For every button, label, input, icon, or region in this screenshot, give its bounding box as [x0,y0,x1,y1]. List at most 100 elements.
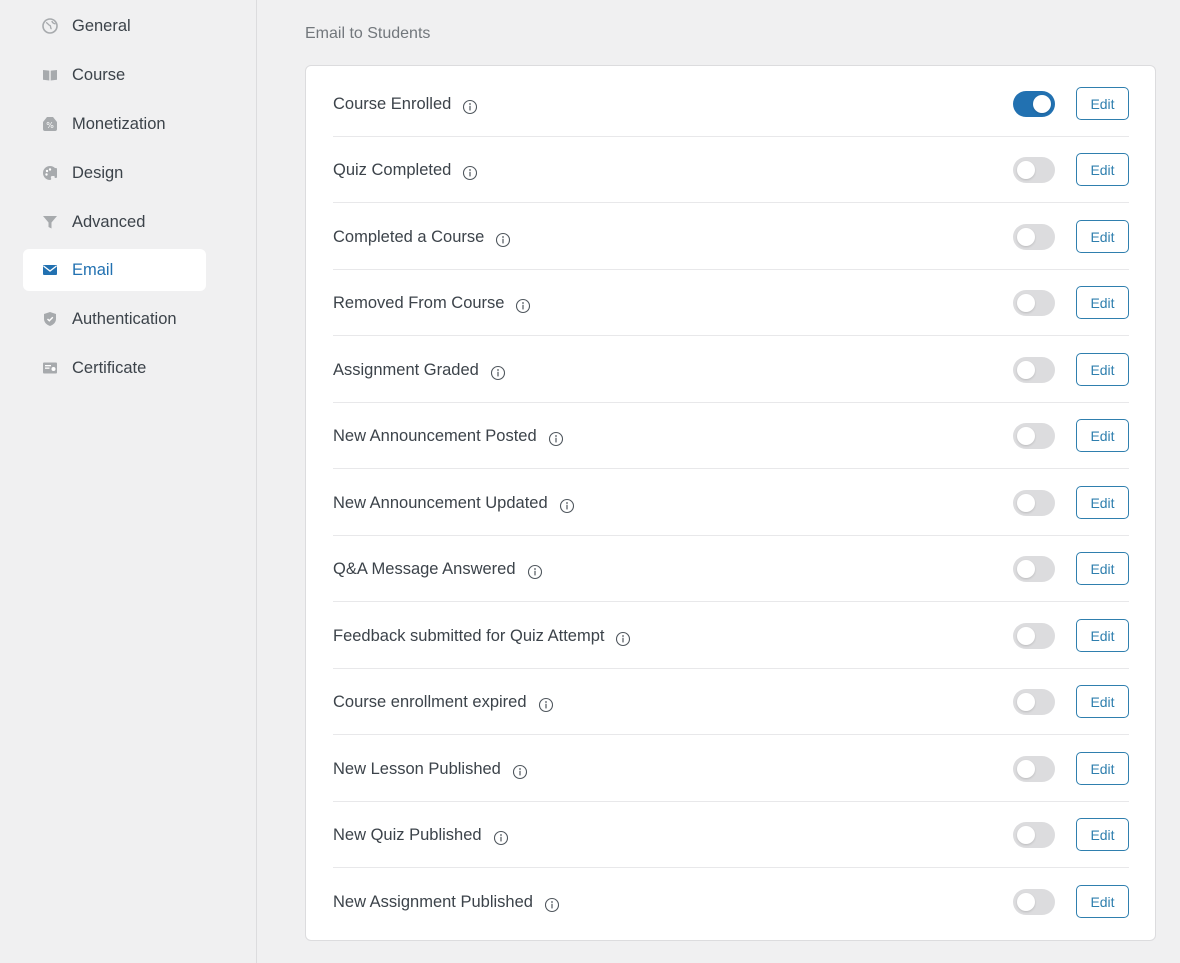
sidebar-item-advanced[interactable]: Advanced [23,201,206,243]
toggle-switch[interactable] [1013,423,1055,449]
edit-button[interactable]: Edit [1076,220,1129,253]
setting-label: Q&A Message Answered [333,560,516,578]
sidebar-item-course[interactable]: Course [23,54,206,96]
info-icon[interactable] [512,764,528,780]
sidebar-item-label: Advanced [72,212,146,231]
svg-text:%: % [46,121,54,130]
setting-label: New Announcement Posted [333,427,537,445]
info-icon[interactable] [493,830,509,846]
toggle-switch[interactable] [1013,623,1055,649]
shield-icon [42,311,62,327]
info-icon[interactable] [490,365,506,381]
email-setting-row: Removed From Course Edit [333,270,1129,336]
sidebar-item-general[interactable]: General [23,5,206,47]
info-icon[interactable] [538,697,554,713]
toggle-knob [1017,627,1035,645]
setting-label: Course Enrolled [333,95,452,113]
toggle-knob [1017,560,1035,578]
toggle-switch[interactable] [1013,756,1055,782]
setting-label: Completed a Course [333,228,485,246]
edit-button[interactable]: Edit [1076,153,1129,186]
edit-button[interactable]: Edit [1076,486,1129,519]
info-icon[interactable] [615,631,631,647]
email-setting-row: New Quiz Published Edit [333,802,1129,868]
email-setting-row: Quiz Completed Edit [333,137,1129,203]
email-setting-row: Feedback submitted for Quiz Attempt Edit [333,603,1129,669]
edit-button[interactable]: Edit [1076,619,1129,652]
toggle-switch[interactable] [1013,889,1055,915]
email-setting-row: New Announcement Posted Edit [333,403,1129,469]
toggle-knob [1017,294,1035,312]
settings-page: General Course % Monetization Design Adv… [0,0,1180,963]
email-setting-row: Completed a Course Edit [333,204,1129,270]
info-icon[interactable] [544,897,560,913]
toggle-knob [1017,826,1035,844]
edit-button[interactable]: Edit [1076,87,1129,120]
toggle-knob [1017,228,1035,246]
email-setting-row: New Lesson Published Edit [333,736,1129,802]
setting-label: Assignment Graded [333,361,479,379]
info-icon[interactable] [462,99,478,115]
info-icon[interactable] [527,564,543,580]
toggle-knob [1017,893,1035,911]
edit-button[interactable]: Edit [1076,286,1129,319]
toggle-switch[interactable] [1013,290,1055,316]
toggle-knob [1033,95,1051,113]
sidebar-item-label: Email [72,260,114,279]
setting-label: New Announcement Updated [333,494,548,512]
setting-label: New Lesson Published [333,760,501,778]
toggle-knob [1017,494,1035,512]
toggle-switch[interactable] [1013,822,1055,848]
email-setting-row: Assignment Graded Edit [333,337,1129,403]
setting-label: Course enrollment expired [333,693,527,711]
toggle-switch[interactable] [1013,689,1055,715]
palette-icon [42,165,62,181]
toggle-switch[interactable] [1013,91,1055,117]
envelope-icon [42,262,62,278]
info-icon[interactable] [462,165,478,181]
sidebar-item-label: Monetization [72,114,166,133]
info-icon[interactable] [515,298,531,314]
edit-button[interactable]: Edit [1076,552,1129,585]
email-settings-card: Course Enrolled Edit Quiz Completed Edit… [305,65,1156,941]
edit-button[interactable]: Edit [1076,353,1129,386]
edit-button[interactable]: Edit [1076,818,1129,851]
email-setting-row: New Announcement Updated Edit [333,470,1129,536]
toggle-switch[interactable] [1013,357,1055,383]
toggle-switch[interactable] [1013,224,1055,250]
setting-label: New Assignment Published [333,893,533,911]
globe-icon [42,18,62,34]
info-icon[interactable] [495,232,511,248]
money-tag-icon: % [42,116,62,132]
toggle-switch[interactable] [1013,490,1055,516]
sidebar-item-certificate[interactable]: Certificate [23,347,206,389]
edit-button[interactable]: Edit [1076,685,1129,718]
setting-label: New Quiz Published [333,826,482,844]
sidebar-item-monetization[interactable]: % Monetization [23,103,206,145]
sidebar-item-email[interactable]: Email [23,249,206,291]
info-icon[interactable] [548,431,564,447]
toggle-switch[interactable] [1013,157,1055,183]
setting-label: Feedback submitted for Quiz Attempt [333,627,605,645]
filter-icon [42,214,62,230]
edit-button[interactable]: Edit [1076,752,1129,785]
toggle-knob [1017,427,1035,445]
setting-label: Quiz Completed [333,161,452,179]
settings-sidebar: General Course % Monetization Design Adv… [0,0,257,963]
certificate-icon [42,360,62,376]
info-icon[interactable] [559,498,575,514]
email-setting-row: Q&A Message Answered Edit [333,536,1129,602]
sidebar-item-label: Course [72,65,126,84]
edit-button[interactable]: Edit [1076,419,1129,452]
sidebar-item-authentication[interactable]: Authentication [23,298,206,340]
sidebar-item-design[interactable]: Design [23,152,206,194]
toggle-knob [1017,161,1035,179]
toggle-knob [1017,693,1035,711]
edit-button[interactable]: Edit [1076,885,1129,918]
toggle-switch[interactable] [1013,556,1055,582]
email-setting-row: Course enrollment expired Edit [333,669,1129,735]
toggle-knob [1017,760,1035,778]
book-icon [42,67,62,83]
section-title: Email to Students [305,25,431,42]
email-setting-row: New Assignment Published Edit [333,869,1129,935]
